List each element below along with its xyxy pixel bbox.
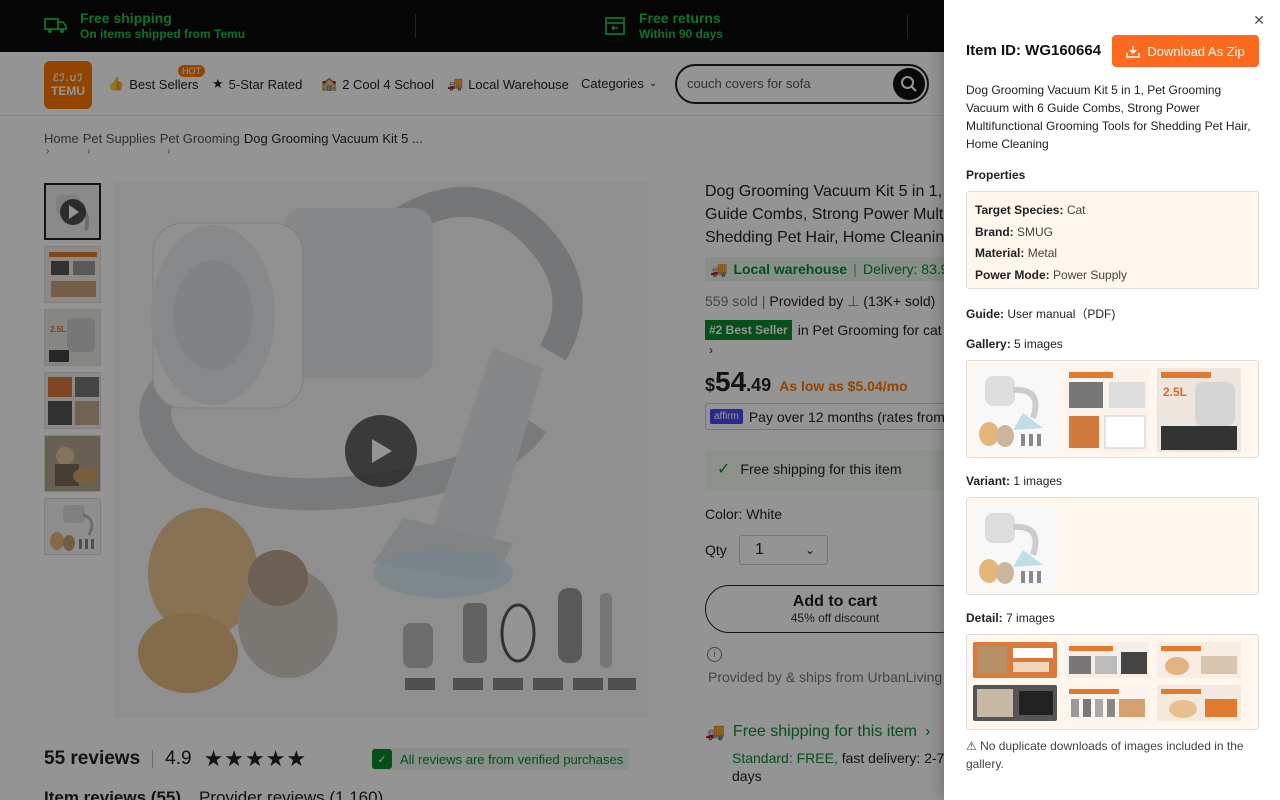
property-key: Material: [975,246,1025,260]
properties-label: Properties [966,168,1026,182]
guide-link[interactable]: User manual（PDF) [1007,307,1115,321]
close-icon[interactable]: ✕ [1252,13,1266,27]
detail-image[interactable] [1157,642,1241,678]
guide-label: Guide: [966,307,1004,321]
variant-count: 1 images [1013,474,1063,488]
variant-label: Variant: [966,474,1011,488]
properties-box: Target Species: Cat Brand: SMUG Material… [966,191,1259,289]
download-icon [1126,45,1140,58]
no-duplicate-warning: ⚠ No duplicate downloads of images inclu… [966,739,1244,771]
variant-heading: Variant: 1 images [966,474,1062,488]
detail-image[interactable] [1065,642,1149,678]
download-panel: ✕ Item ID: WG160664 Download As Zip Dog … [944,0,1280,800]
detail-image[interactable] [1157,685,1241,721]
property-value: Metal [1027,246,1058,260]
property-value: SMUG [1017,224,1054,239]
detail-heading: Detail: 7 images [966,611,1055,625]
detail-box [966,634,1259,730]
gallery-image[interactable]: 2.5L [1157,368,1241,452]
download-label: Download As Zip [1147,43,1245,59]
guide-row: Guide: User manual（PDF) [966,305,1115,322]
property-row: Material: Metal [975,243,1250,265]
detail-image[interactable] [973,642,1057,678]
property-value: Power Supply [1053,267,1128,282]
property-value: Cat [1066,203,1086,217]
property-key: Brand: [975,224,1014,239]
property-key: Target Species: [975,203,1064,217]
variant-image[interactable] [973,505,1057,589]
item-id: Item ID: WG160664 [966,42,1102,59]
property-row: Target Species: Cat [975,200,1250,222]
modal-backdrop[interactable] [0,0,944,800]
property-key: Power Mode: [975,267,1050,282]
gallery-image[interactable] [1065,368,1149,452]
property-row: Brand: SMUG [975,222,1250,244]
detail-image[interactable] [1065,685,1149,721]
gallery-image[interactable] [973,368,1057,452]
download-zip-button[interactable]: Download As Zip [1112,35,1259,67]
detail-count: 7 images [1006,611,1055,625]
gallery-box: 2.5L [966,360,1259,458]
svg-text:2.5L: 2.5L [1163,385,1187,399]
gallery-count: 5 images [1014,337,1063,351]
detail-image[interactable] [973,685,1057,721]
variant-box [966,497,1259,595]
gallery-heading: Gallery: 5 images [966,337,1063,351]
detail-label: Detail: [966,611,1003,625]
properties-heading: Properties [966,168,1025,182]
property-row: Power Mode: Power Supply [975,265,1250,287]
item-description: Dog Grooming Vacuum Kit 5 in 1, Pet Groo… [966,83,1251,151]
gallery-label: Gallery: [966,337,1011,351]
